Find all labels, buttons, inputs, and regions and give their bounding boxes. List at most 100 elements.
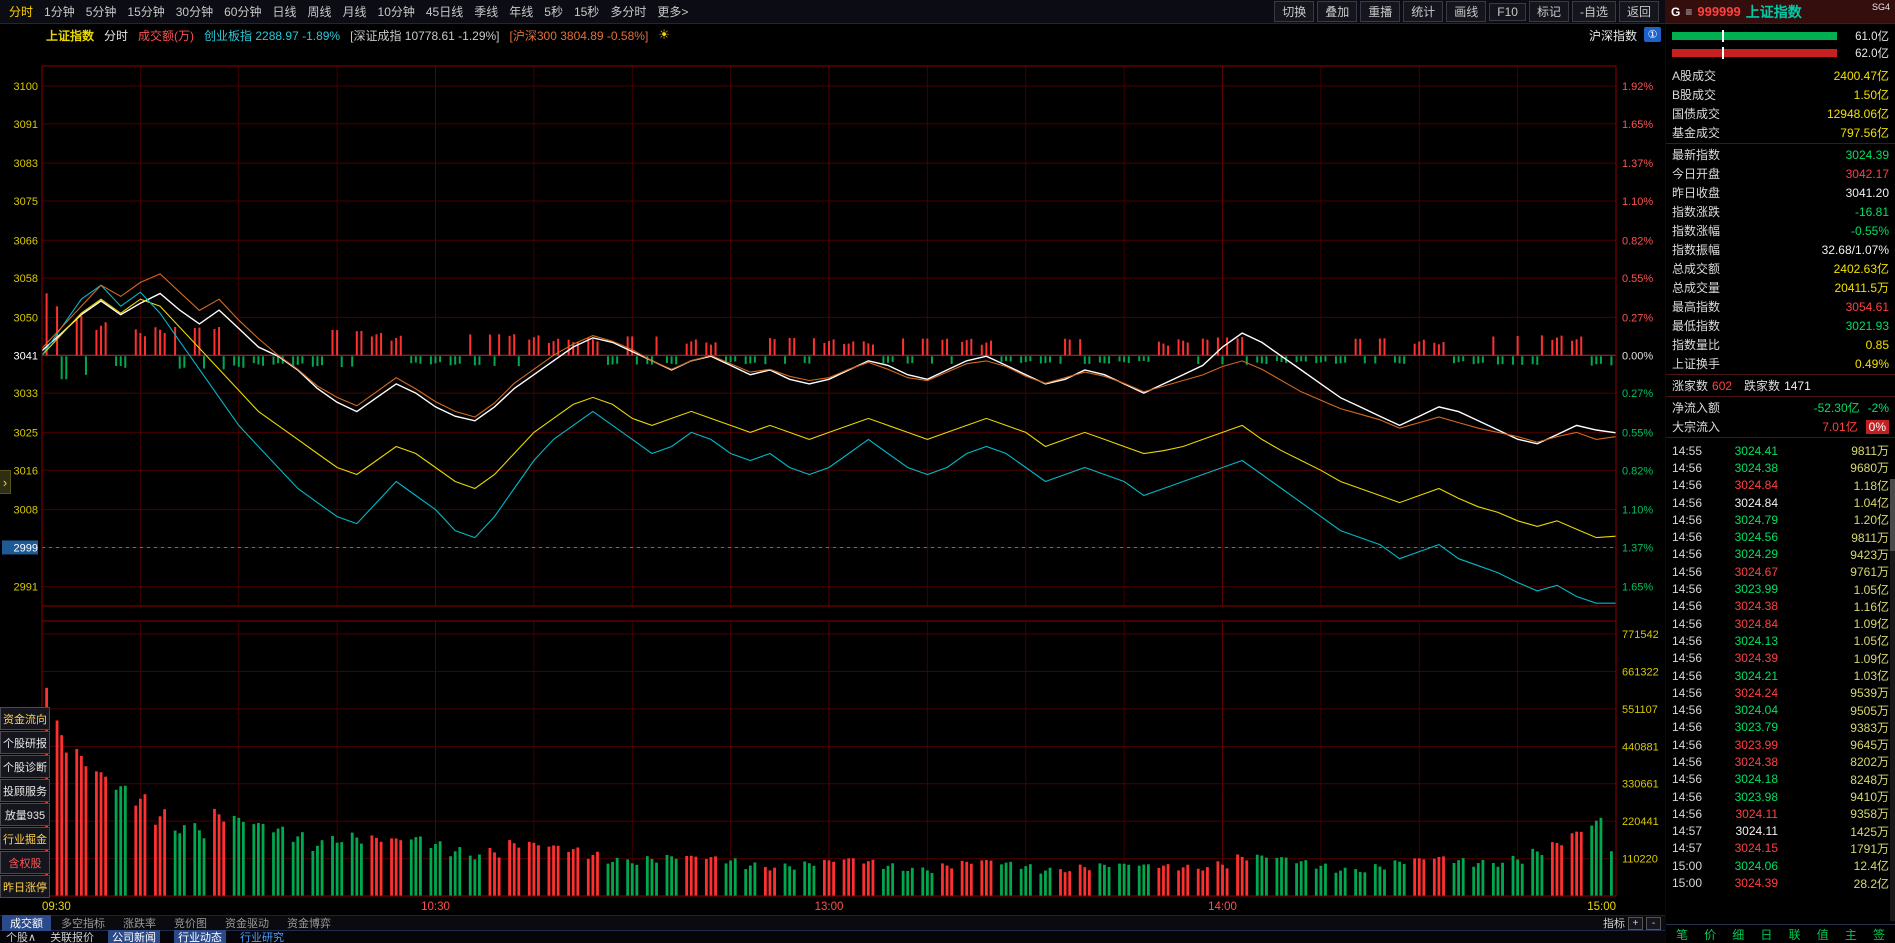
tick-scrollbar[interactable] xyxy=(1890,479,1895,921)
zoom-in-button[interactable]: + xyxy=(1628,916,1643,930)
indicator-tab-0[interactable]: 成交额 xyxy=(2,915,51,931)
sun-icon[interactable]: ☀ xyxy=(658,27,670,43)
left-button-5[interactable]: 行业掘金 xyxy=(0,827,50,850)
zoom-out-button[interactable]: - xyxy=(1646,916,1661,930)
tick-row[interactable]: 14:56 3024.18 8248万 xyxy=(1672,771,1889,788)
menu-period-15[interactable]: 多分时 xyxy=(605,1,651,22)
market-index-label[interactable]: 沪深指数 xyxy=(1589,27,1637,44)
tick-row[interactable]: 14:56 3024.84 1.09亿 xyxy=(1672,615,1889,632)
left-button-2[interactable]: 个股诊断 xyxy=(0,755,50,778)
menu-period-2[interactable]: 5分钟 xyxy=(81,1,122,22)
tick-row[interactable]: 14:56 3024.04 9505万 xyxy=(1672,701,1889,718)
menu-period-5[interactable]: 60分钟 xyxy=(219,1,266,22)
menu-action-4[interactable]: 画线 xyxy=(1446,1,1487,22)
tick-row[interactable]: 14:56 3024.11 9358万 xyxy=(1672,805,1889,822)
tick-row[interactable]: 14:56 3024.38 9680万 xyxy=(1672,459,1889,476)
tick-row[interactable]: 14:57 3024.11 1425万 xyxy=(1672,823,1889,840)
tick-row[interactable]: 15:00 3024.39 28.2亿 xyxy=(1672,874,1889,891)
tick-row[interactable]: 14:56 3024.67 9761万 xyxy=(1672,563,1889,580)
menu-action-8[interactable]: 返回 xyxy=(1618,1,1659,22)
menu-action-2[interactable]: 重播 xyxy=(1360,1,1401,22)
menu-period-1[interactable]: 1分钟 xyxy=(39,1,80,22)
indicator-tab-4[interactable]: 资金驱动 xyxy=(217,915,277,931)
menu-period-7[interactable]: 周线 xyxy=(302,1,336,22)
menu-period-13[interactable]: 5秒 xyxy=(539,1,568,22)
indicator-tab-2[interactable]: 涨跌率 xyxy=(115,915,164,931)
tick-row[interactable]: 14:56 3023.98 9410万 xyxy=(1672,788,1889,805)
tick-row[interactable]: 14:56 3023.79 9383万 xyxy=(1672,719,1889,736)
menu-period-11[interactable]: 季线 xyxy=(469,1,503,22)
menu-period-16[interactable]: 更多> xyxy=(652,1,693,22)
tick-price: 3023.99 xyxy=(1734,737,1778,752)
expand-left-arrow[interactable]: › xyxy=(0,470,11,494)
tick-row[interactable]: 14:56 3024.56 9811万 xyxy=(1672,528,1889,545)
tick-row[interactable]: 14:56 3024.24 9539万 xyxy=(1672,684,1889,701)
menu-action-3[interactable]: 统计 xyxy=(1403,1,1444,22)
tick-list[interactable]: 14:55 3024.41 9811万 14:56 3024.38 9680万 14:56 3… xyxy=(1666,439,1895,924)
svg-text:0.55%: 0.55% xyxy=(1622,273,1653,285)
tick-row[interactable]: 14:56 3024.38 1.16亿 xyxy=(1672,598,1889,615)
tick-row[interactable]: 14:56 3023.99 1.05亿 xyxy=(1672,580,1889,597)
svg-text:220441: 220441 xyxy=(1622,816,1659,828)
menu-period-8[interactable]: 月线 xyxy=(338,1,372,22)
left-button-3[interactable]: 投顾服务 xyxy=(0,779,50,802)
tick-row[interactable]: 15:00 3024.06 12.4亿 xyxy=(1672,857,1889,874)
bottom-link-3[interactable]: 行业动态 xyxy=(174,929,227,943)
tick-volume: 9680万 xyxy=(1850,461,1889,476)
panel-tool-2[interactable]: 细 xyxy=(1732,926,1744,943)
indicator-tab-3[interactable]: 竞价图 xyxy=(166,915,215,931)
bottom-link-4[interactable]: 行业研究 xyxy=(240,929,284,943)
tick-row[interactable]: 14:56 3024.79 1.20亿 xyxy=(1672,511,1889,528)
menu-period-10[interactable]: 45日线 xyxy=(421,1,468,22)
tick-row[interactable]: 14:56 3024.84 1.04亿 xyxy=(1672,494,1889,511)
bottom-link-1[interactable]: 关联报价 xyxy=(50,929,94,943)
tick-row[interactable]: 14:55 3024.41 9811万 xyxy=(1672,442,1889,459)
panel-tool-4[interactable]: 联 xyxy=(1789,926,1801,943)
menu-period-9[interactable]: 10分钟 xyxy=(373,1,420,22)
menu-period-0[interactable]: 分时 xyxy=(4,1,38,22)
stat-label: 指数量比 xyxy=(1672,338,1721,352)
tick-row[interactable]: 14:57 3024.15 1791万 xyxy=(1672,840,1889,857)
tick-row[interactable]: 14:56 3024.38 8202万 xyxy=(1672,753,1889,770)
panel-tool-6[interactable]: 主 xyxy=(1845,926,1857,943)
left-button-0[interactable]: 资金流向 xyxy=(0,707,50,730)
menu-period-3[interactable]: 15分钟 xyxy=(122,1,169,22)
panel-tool-7[interactable]: 签 xyxy=(1873,926,1885,943)
menu-period-4[interactable]: 30分钟 xyxy=(171,1,218,22)
left-button-6[interactable]: 含权股 xyxy=(0,851,50,874)
menu-action-7[interactable]: -自选 xyxy=(1571,1,1616,22)
panel-tool-5[interactable]: 值 xyxy=(1817,926,1829,943)
menu-period-14[interactable]: 15秒 xyxy=(569,1,604,22)
panel-tool-0[interactable]: 笔 xyxy=(1676,926,1688,943)
menu-action-5[interactable]: F10 xyxy=(1489,2,1526,21)
intraday-chart[interactable]: 3100 1.92% 3091 1.65% 3083 1.37% 3075 1.10% 3066… xyxy=(0,46,1665,915)
bottom-link-0[interactable]: 个股∧ xyxy=(6,929,36,943)
menu-action-6[interactable]: 标记 xyxy=(1528,1,1569,22)
index-badge: SG4 xyxy=(1871,2,1890,12)
menu-action-1[interactable]: 叠加 xyxy=(1317,1,1358,22)
hamburger-icon[interactable]: ≡ xyxy=(1685,5,1692,19)
tick-row[interactable]: 14:56 3023.99 9645万 xyxy=(1672,736,1889,753)
menu-period-6[interactable]: 日线 xyxy=(267,1,301,22)
menu-action-0[interactable]: 切换 xyxy=(1274,1,1315,22)
chart-period-label[interactable]: 分时 xyxy=(104,27,128,44)
info-icon[interactable]: ① xyxy=(1644,27,1661,42)
left-button-7[interactable]: 昨日涨停 xyxy=(0,875,50,898)
tick-volume: 1.16亿 xyxy=(1853,599,1889,614)
scrollbar-thumb[interactable] xyxy=(1890,479,1895,551)
panel-tool-1[interactable]: 价 xyxy=(1704,926,1716,943)
left-button-4[interactable]: 放量935 xyxy=(0,803,50,826)
panel-tool-3[interactable]: 日 xyxy=(1760,926,1772,943)
tick-row[interactable]: 14:56 3024.13 1.05亿 xyxy=(1672,632,1889,649)
menu-period-12[interactable]: 年线 xyxy=(504,1,538,22)
indicator-label[interactable]: 指标 xyxy=(1603,915,1625,931)
indicator-tab-1[interactable]: 多空指标 xyxy=(53,915,113,931)
index-header[interactable]: G ≡ 999999 上证指数 SG4 xyxy=(1665,0,1895,23)
indicator-tab-5[interactable]: 资金博弈 xyxy=(279,915,339,931)
tick-row[interactable]: 14:56 3024.84 1.18亿 xyxy=(1672,477,1889,494)
tick-row[interactable]: 14:56 3024.39 1.09亿 xyxy=(1672,650,1889,667)
tick-row[interactable]: 14:56 3024.21 1.03亿 xyxy=(1672,667,1889,684)
tick-row[interactable]: 14:56 3024.29 9423万 xyxy=(1672,546,1889,563)
left-button-1[interactable]: 个股研报 xyxy=(0,731,50,754)
bottom-link-2[interactable]: 公司新闻 xyxy=(108,929,161,943)
